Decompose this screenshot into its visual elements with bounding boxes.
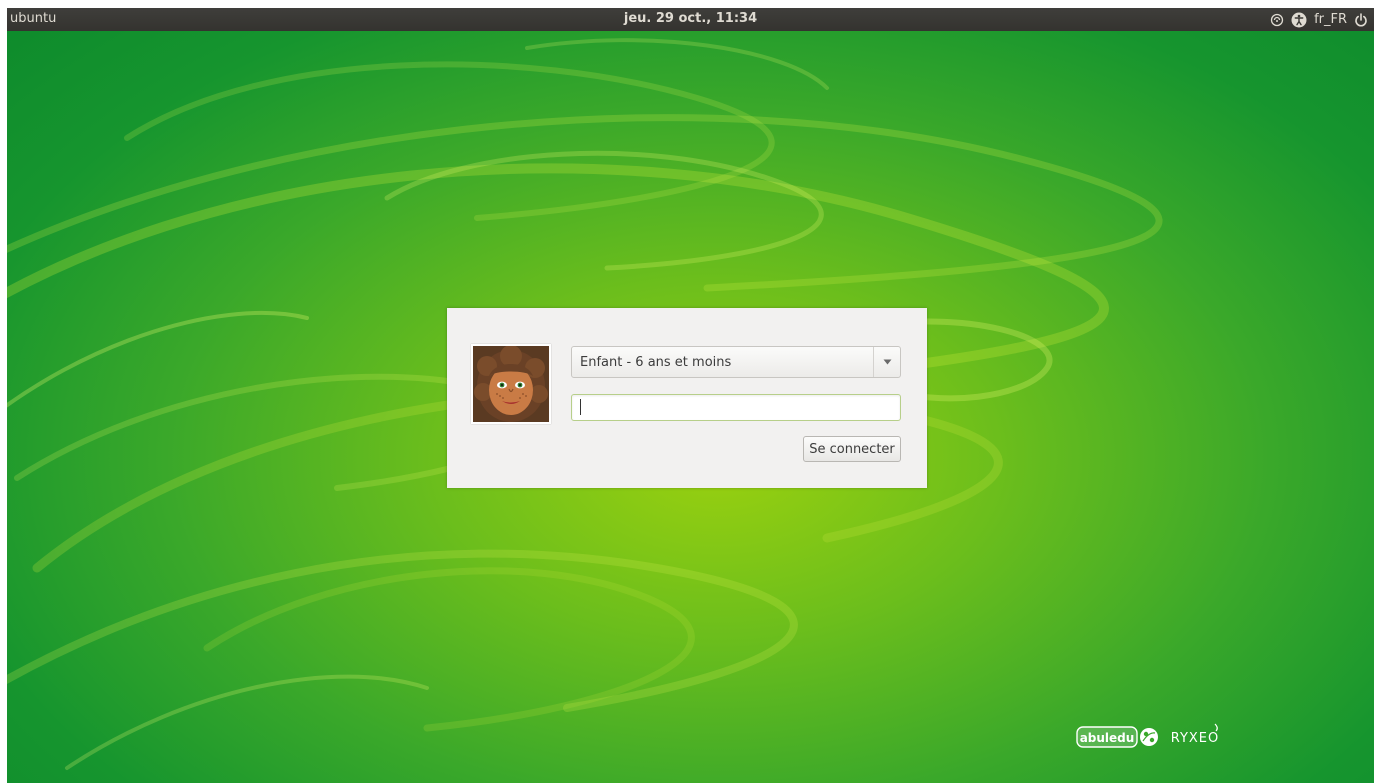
clock-indicator: jeu. 29 oct., 11:34	[7, 11, 1374, 26]
selected-user-label: Enfant - 6 ans et moins	[580, 355, 732, 370]
user-avatar	[471, 344, 551, 424]
login-screen: ubuntu jeu. 29 oct., 11:34 fr_FR Enfant …	[7, 8, 1374, 783]
user-select[interactable]: Enfant - 6 ans et moins	[571, 346, 901, 378]
clock-label[interactable]: jeu. 29 oct., 11:34	[624, 11, 757, 26]
dropdown-arrow-icon[interactable]	[873, 347, 900, 377]
power-icon[interactable]	[1354, 12, 1368, 27]
accessibility-icon[interactable]	[1291, 12, 1307, 28]
login-dialog: Enfant - 6 ans et moins Se connecter	[447, 308, 927, 488]
svg-text:abuledu: abuledu	[1080, 731, 1135, 745]
hostname-label: ubuntu	[10, 11, 57, 26]
abuledu-ryxeo-logo: abuledu RYXEO	[1076, 723, 1220, 748]
connect-button[interactable]: Se connecter	[803, 436, 901, 462]
indicator-area: fr_FR	[1270, 10, 1368, 29]
top-panel: ubuntu jeu. 29 oct., 11:34 fr_FR	[7, 8, 1374, 31]
network-icon[interactable]	[1270, 13, 1284, 27]
text-cursor	[580, 399, 581, 415]
svg-text:RYXEO: RYXEO	[1171, 731, 1220, 746]
child-girl-avatar-icon	[473, 345, 549, 422]
password-input[interactable]	[571, 394, 901, 421]
keyboard-layout-indicator[interactable]: fr_FR	[1314, 12, 1347, 27]
